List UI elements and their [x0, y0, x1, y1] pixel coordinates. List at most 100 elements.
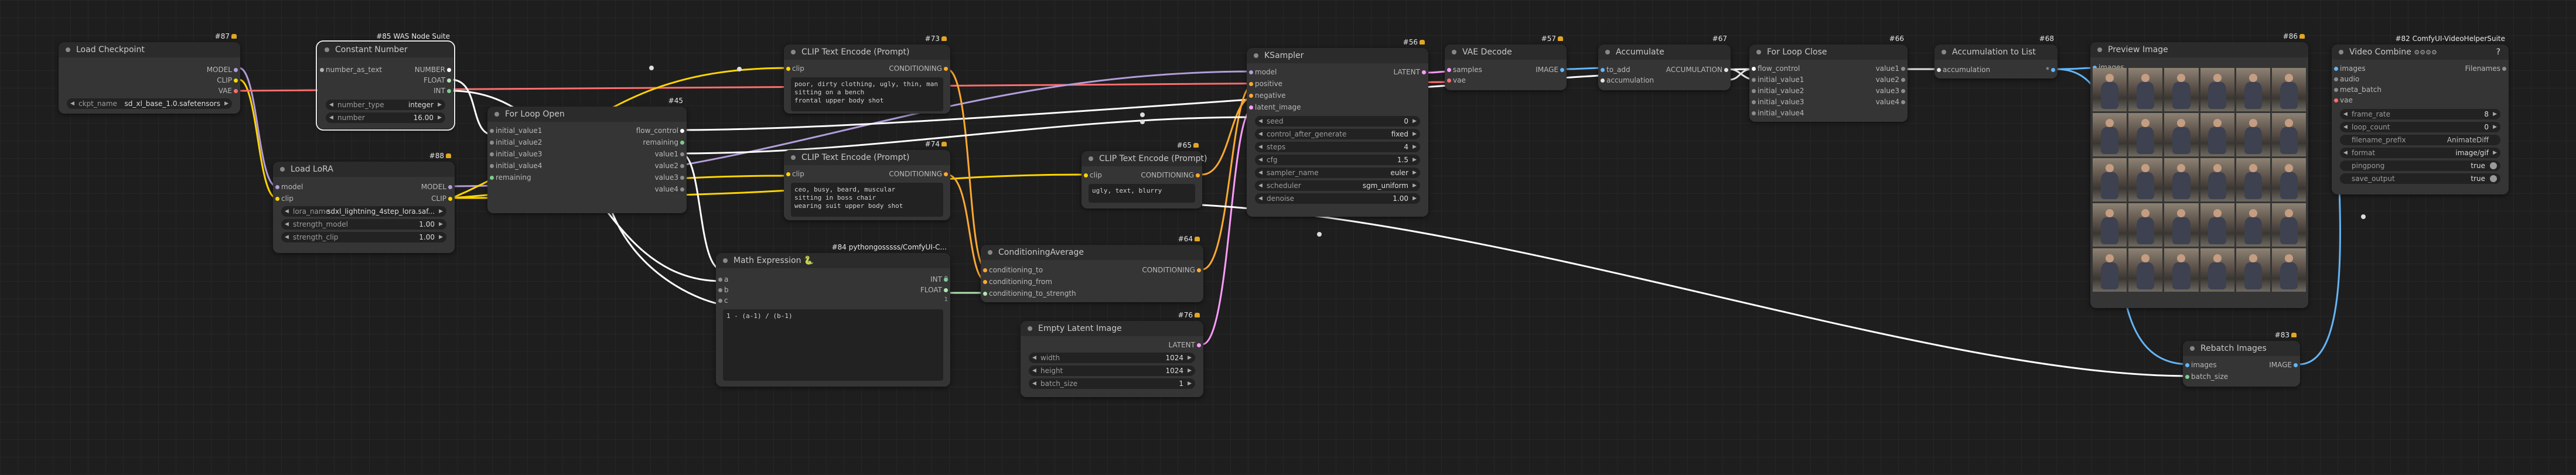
output-float[interactable]: FLOAT: [424, 76, 452, 84]
output-conditioning[interactable]: CONDITIONING: [1141, 171, 1200, 179]
ksampler-node[interactable]: #56 KSampler model positive negative lat…: [1247, 38, 1428, 217]
preview-image-thumb[interactable]: [2093, 113, 2127, 156]
preview-image-thumb[interactable]: [2236, 68, 2270, 111]
node-title[interactable]: ConditioningAverage: [981, 245, 1203, 260]
preview-image-thumb[interactable]: [2200, 68, 2234, 111]
output-conditioning[interactable]: CONDITIONING: [889, 64, 948, 73]
input-vae[interactable]: vae: [2334, 96, 2353, 104]
preview-image-thumb[interactable]: [2164, 248, 2199, 292]
height-widget[interactable]: height1024: [1029, 365, 1195, 376]
filename-prefix-widget[interactable]: filename_prefix AnimateDiff: [2340, 135, 2500, 145]
clip-text-encode-style-node[interactable]: #74 CLIP Text Encode (Prompt) clip CONDI…: [784, 140, 950, 220]
input-initial-value1[interactable]: initial_value1: [1751, 76, 1804, 84]
video-combine-node[interactable]: #82 ComfyUI-VideoHelperSuite Video Combi…: [2332, 35, 2509, 194]
denoise-widget[interactable]: denoise1.00: [1255, 193, 1420, 204]
output-wildcard[interactable]: *: [2046, 66, 2055, 74]
for-loop-close-node[interactable]: #66 For Loop Close flow_control initial_…: [1749, 35, 1908, 122]
preview-image-thumb[interactable]: [2236, 113, 2270, 156]
sampler-name-widget[interactable]: sampler_nameeuler: [1255, 168, 1420, 178]
preview-image-thumb[interactable]: [2164, 68, 2199, 111]
input-to-add[interactable]: to_add: [1601, 66, 1630, 74]
preview-image-thumb[interactable]: [2128, 248, 2163, 292]
input-flow-control[interactable]: flow_control: [1751, 64, 1800, 73]
input-initial-value2[interactable]: initial_value2: [1751, 87, 1804, 95]
input-accumulation[interactable]: accumulation: [1936, 66, 1990, 74]
output-conditioning[interactable]: CONDITIONING: [889, 170, 948, 178]
preview-image-thumb[interactable]: [2164, 203, 2199, 247]
node-title[interactable]: VAE Decode: [1445, 45, 1567, 60]
prompt-text-area[interactable]: poor, dirty clothing, ugly, thin, man si…: [791, 77, 943, 111]
output-value2[interactable]: value2: [1876, 76, 1906, 84]
node-title[interactable]: Math Expression 🐍: [716, 253, 950, 268]
format-widget[interactable]: formatimage/gif: [2340, 148, 2500, 158]
input-a[interactable]: a: [718, 275, 728, 283]
preview-image-thumb[interactable]: [2271, 248, 2306, 292]
math-expression-node[interactable]: #84 pythongosssss/ComfyUI-C... Math Expr…: [716, 243, 950, 387]
output-value2[interactable]: value2: [655, 162, 685, 170]
node-title[interactable]: Video Combine ⚙⚙⚙⚙?: [2332, 45, 2509, 60]
node-title[interactable]: Load LoRA: [273, 162, 455, 177]
input-number-as-text[interactable]: number_as_text: [319, 66, 382, 74]
accumulate-node[interactable]: #67 Accumulate to_add accumulation ACCUM…: [1598, 35, 1731, 90]
clip-text-encode-positive-node[interactable]: #73 CLIP Text Encode (Prompt) clip CONDI…: [784, 35, 950, 114]
pingpong-toggle[interactable]: pingpong true: [2340, 160, 2500, 171]
output-int[interactable]: INT: [930, 275, 948, 283]
output-remaining[interactable]: remaining: [643, 138, 684, 146]
input-meta-batch[interactable]: meta_batch: [2333, 86, 2381, 94]
input-conditioning-to-strength[interactable]: conditioning_to_strength: [983, 289, 1076, 298]
output-float[interactable]: FLOAT: [920, 286, 948, 294]
input-conditioning-from[interactable]: conditioning_from: [983, 278, 1052, 286]
input-clip[interactable]: clip: [786, 64, 804, 73]
output-vae[interactable]: VAE: [219, 87, 238, 95]
ckpt-name-widget[interactable]: ckpt_namesd_xl_base_1.0.safetensors: [67, 98, 232, 109]
preview-image-thumb[interactable]: [2236, 248, 2270, 292]
preview-image-thumb[interactable]: [2093, 68, 2127, 111]
control-after-generate-widget[interactable]: control_after_generatefixed: [1255, 129, 1420, 139]
lora-name-widget[interactable]: lora_namesdxl_lightning_4step_lora.saf..…: [281, 206, 446, 217]
strength-clip-widget[interactable]: strength_clip1.00: [281, 232, 446, 242]
help-icon[interactable]: ?: [2496, 45, 2500, 60]
node-title[interactable]: Load Checkpoint: [59, 42, 240, 57]
strength-model-widget[interactable]: strength_model1.00: [281, 219, 446, 230]
preview-image-thumb[interactable]: [2200, 248, 2234, 292]
input-initial-value3[interactable]: initial_value3: [1751, 98, 1804, 106]
output-conditioning[interactable]: CONDITIONING: [1142, 266, 1201, 274]
node-title[interactable]: For Loop Open: [487, 107, 687, 122]
image-preview-grid[interactable]: [2093, 68, 2306, 292]
input-batch-size[interactable]: batch_size: [2185, 373, 2228, 381]
input-positive[interactable]: positive: [1248, 80, 1282, 88]
output-value4[interactable]: value4: [655, 185, 685, 193]
output-accumulation[interactable]: ACCUMULATION: [1666, 66, 1729, 74]
width-widget[interactable]: width1024: [1029, 353, 1195, 363]
output-number[interactable]: NUMBER: [415, 66, 452, 74]
node-title[interactable]: Accumulate: [1598, 45, 1731, 60]
output-value3[interactable]: value3: [655, 173, 685, 182]
preview-image-thumb[interactable]: [2164, 113, 2199, 156]
output-filenames[interactable]: Filenames: [2465, 64, 2507, 73]
preview-image-thumb[interactable]: [2200, 203, 2234, 247]
preview-image-thumb[interactable]: [2164, 158, 2199, 201]
output-value3[interactable]: value3: [1876, 87, 1906, 95]
preview-image-thumb[interactable]: [2093, 203, 2127, 247]
input-negative[interactable]: negative: [1248, 91, 1285, 100]
constant-number-node[interactable]: #85 WAS Node Suite Constant Number numbe…: [316, 32, 455, 131]
input-model[interactable]: model: [1248, 68, 1277, 76]
output-int[interactable]: INT: [434, 87, 451, 95]
node-title[interactable]: Constant Number: [318, 42, 453, 57]
input-audio[interactable]: audio: [2333, 75, 2359, 83]
output-clip[interactable]: CLIP: [431, 194, 452, 203]
preview-image-thumb[interactable]: [2236, 158, 2270, 201]
node-title[interactable]: Empty Latent Image: [1021, 321, 1203, 336]
input-clip[interactable]: clip: [275, 194, 294, 203]
scheduler-widget[interactable]: schedulersgm_uniform: [1255, 180, 1420, 191]
input-b[interactable]: b: [718, 286, 729, 294]
preview-image-thumb[interactable]: [2271, 68, 2306, 111]
output-latent[interactable]: LATENT: [1169, 341, 1202, 349]
node-title[interactable]: CLIP Text Encode (Prompt): [784, 45, 950, 60]
seed-widget[interactable]: seed0: [1255, 116, 1420, 127]
input-vae[interactable]: vae: [1447, 76, 1466, 84]
input-initial-value4[interactable]: initial_value4: [489, 162, 542, 170]
input-images[interactable]: images: [2334, 64, 2366, 73]
node-title[interactable]: CLIP Text Encode (Prompt): [784, 150, 950, 165]
input-latent-image[interactable]: latent_image: [1248, 103, 1301, 111]
